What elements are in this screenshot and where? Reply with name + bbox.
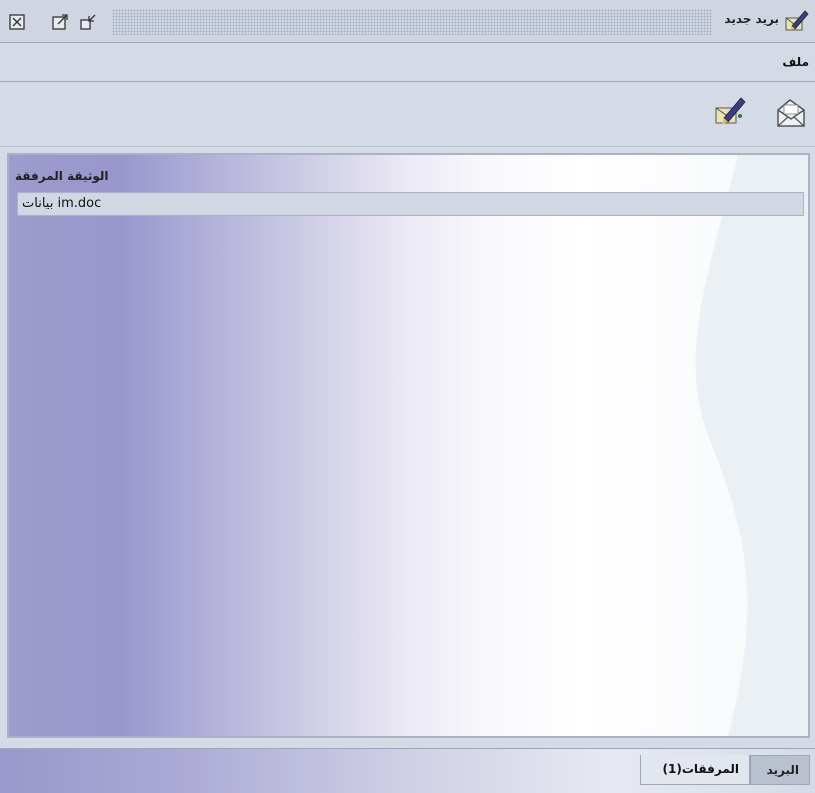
maximize-icon[interactable]: [52, 14, 68, 30]
attachment-column-header: الوثيقة المرفقة: [15, 169, 109, 183]
title-bar: بريد جديد: [0, 0, 815, 43]
send-button[interactable]: [770, 92, 810, 132]
panel-wave-decoration: [695, 155, 808, 736]
restore-icon[interactable]: [80, 14, 96, 30]
compose-button[interactable]: [712, 94, 752, 134]
tab-attachments[interactable]: المرفقات(1): [640, 755, 750, 785]
menu-bar: ملف: [0, 43, 815, 82]
new-mail-icon: [783, 8, 809, 34]
title-bar-pattern: [112, 9, 712, 35]
tab-mail[interactable]: البريد: [750, 755, 810, 785]
attachments-panel: الوثيقة المرفقة بيانات im.doc: [7, 153, 810, 738]
envelope-icon: [777, 99, 805, 127]
menu-item-file[interactable]: ملف: [782, 55, 809, 69]
window-title: بريد جديد: [724, 12, 779, 26]
new-mail-icon: [715, 97, 746, 124]
tab-strip: البريد المرفقات(1): [0, 748, 815, 793]
attachment-row[interactable]: بيانات im.doc: [17, 192, 804, 216]
toolbar: [0, 82, 815, 147]
close-icon[interactable]: [9, 14, 25, 30]
